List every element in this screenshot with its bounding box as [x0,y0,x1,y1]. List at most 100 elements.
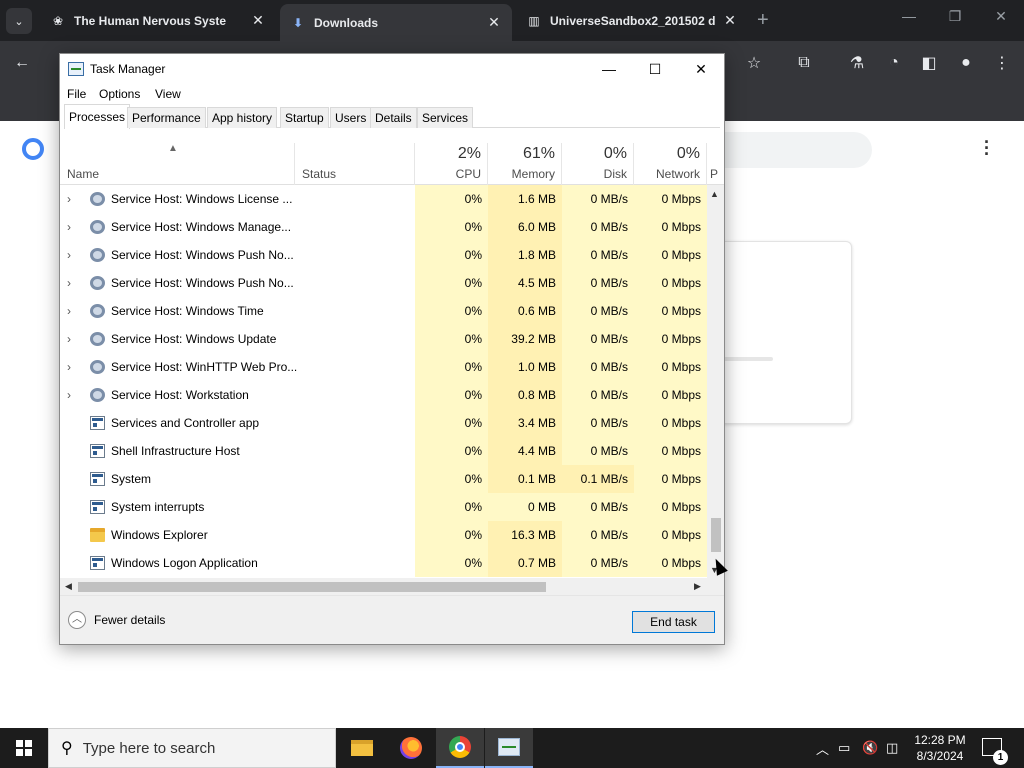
display-icon[interactable]: ◫ [886,728,898,768]
expand-chevron-icon[interactable]: › [67,269,79,297]
brain-icon: ❀ [52,13,64,28]
fewer-details-toggle[interactable]: ︿ Fewer details [68,611,165,629]
process-row[interactable]: › Service Host: Windows Update 0% 39.2 MB 0 … [60,325,707,353]
expand-chevron-icon[interactable]: › [67,381,79,409]
process-network-value: 0 Mbps [634,297,707,325]
volume-muted-icon[interactable]: 🔇 [862,728,878,768]
taskbar-search-box[interactable]: ⚲ Type here to search [48,728,336,768]
process-row[interactable]: › Service Host: Windows Time 0% 0.6 MB 0 MB/… [60,297,707,325]
maximize-button[interactable]: ☐ [632,58,678,80]
process-cpu-value: 0% [415,381,488,409]
process-row[interactable]: › Service Host: Windows Manage... 0% 6.0 MB… [60,213,707,241]
more-options-icon[interactable]: · · · [984,133,990,163]
process-name: Service Host: Windows Manage... [111,220,292,234]
end-task-button[interactable]: End task [632,611,715,633]
browser-tab-1[interactable]: ❀ The Human Nervous Syste ✕ [40,4,276,37]
process-row[interactable]: System 0% 0.1 MB 0.1 MB/s 0 Mbps [60,465,707,493]
process-row[interactable]: Windows Explorer 0% 16.3 MB 0 MB/s 0 Mbps [60,521,707,549]
task-manager-window: Task Manager — ☐ ✕ File Options View Pro… [59,53,725,645]
process-row[interactable]: › Service Host: Workstation 0% 0.8 MB 0 MB/s… [60,381,707,409]
extensions-icon[interactable]: ⧉ [793,52,815,74]
column-name[interactable]: ▲ Name [60,143,295,185]
scroll-up-icon[interactable]: ▲ [710,189,719,199]
tab-performance[interactable]: Performance [127,107,206,128]
back-icon[interactable]: ← [11,52,33,74]
column-cpu[interactable]: 2% CPU [415,143,488,185]
close-icon[interactable]: ✕ [250,12,266,29]
menu-view[interactable]: View [155,87,181,101]
process-disk-value: 0 MB/s [562,381,634,409]
tab-users[interactable]: Users [330,107,372,128]
process-row[interactable]: Shell Infrastructure Host 0% 4.4 MB 0 MB/s 0… [60,437,707,465]
side-panel-icon[interactable]: ◧ [918,52,940,74]
horizontal-scrollbar[interactable]: ◀ ▶ [60,578,707,595]
menu-kebab-icon[interactable]: ⋮ [991,52,1013,74]
column-memory[interactable]: 61% Memory [488,143,562,185]
performance-icon[interactable]: ◔ [883,52,905,74]
taskbar-task-manager[interactable] [485,728,533,768]
scroll-left-icon[interactable]: ◀ [65,581,72,592]
process-memory-value: 1.6 MB [488,185,562,213]
new-tab-button[interactable]: + [757,9,769,32]
task-manager-title-bar[interactable]: Task Manager — ☐ ✕ [60,54,724,84]
process-row[interactable]: Windows Logon Application 0% 0.7 MB 0 MB/s 0… [60,549,707,577]
tab-app-history[interactable]: App history [207,107,278,128]
minimize-button[interactable]: — [586,58,632,80]
menu-file[interactable]: File [67,87,86,101]
downloads-search-field[interactable] [710,132,872,168]
process-cpu-value: 0% [415,325,488,353]
column-disk[interactable]: 0% Disk [562,143,634,185]
taskbar-chrome[interactable] [436,728,484,768]
system-clock[interactable]: 12:28 PM 8/3/2024 [910,732,970,764]
tab-details[interactable]: Details [370,107,417,128]
show-hidden-icons[interactable]: ︿ [816,728,829,768]
vertical-scroll-thumb[interactable] [711,518,721,552]
download-icon: ⬇ [292,15,304,30]
expand-chevron-icon[interactable]: › [67,325,79,353]
vertical-scrollbar[interactable]: ▲ ▼ [707,185,724,578]
process-row[interactable]: › Service Host: Windows License ... 0% 1.6 … [60,185,707,213]
expand-chevron-icon[interactable]: › [67,297,79,325]
process-row[interactable]: › Service Host: WinHTTP Web Pro... 0% 1.0 M… [60,353,707,381]
column-power[interactable]: P [707,143,724,185]
close-icon[interactable]: ✕ [486,14,502,31]
network-icon[interactable]: ▭ [838,728,850,768]
chevron-up-icon: ︿ [68,611,86,629]
labs-flask-icon[interactable]: ⚗ [846,52,868,74]
tab-startup[interactable]: Startup [280,107,329,128]
close-icon[interactable]: ✕ [722,12,738,29]
tab-services[interactable]: Services [417,107,474,128]
browser-minimize-button[interactable]: — [886,8,932,24]
menu-options[interactable]: Options [99,87,140,101]
process-row[interactable]: › Service Host: Windows Push No... 0% 4.5 M… [60,269,707,297]
profile-avatar-icon[interactable]: ● [955,52,977,74]
bookmark-star-icon[interactable]: ☆ [743,52,765,74]
expand-chevron-icon[interactable]: › [67,353,79,381]
expand-chevron-icon[interactable]: › [67,213,79,241]
process-name: Windows Explorer [111,528,208,542]
search-icon: ⚲ [61,740,73,757]
menu-bar: File Options View [60,84,724,104]
horizontal-scroll-thumb[interactable] [78,582,546,592]
task-manager-taskbar-icon [498,738,520,756]
taskbar-file-explorer[interactable] [338,728,386,768]
process-network-value: 0 Mbps [634,549,707,577]
start-button[interactable] [0,728,48,768]
column-network[interactable]: 0% Network [634,143,707,185]
tab-search-button[interactable]: ⌄ [6,8,32,34]
taskbar-firefox[interactable] [387,728,435,768]
process-row[interactable]: System interrupts 0% 0 MB 0 MB/s 0 Mbps [60,493,707,521]
browser-tab-3[interactable]: ▥ UniverseSandbox2_201502 dir ✕ [516,4,748,37]
browser-restore-button[interactable]: ❐ [932,8,978,25]
browser-tab-2[interactable]: ⬇ Downloads ✕ [280,4,512,41]
scroll-right-icon[interactable]: ▶ [694,581,701,592]
column-status[interactable]: Status [295,143,415,185]
tab-processes[interactable]: Processes [64,104,131,129]
browser-close-button[interactable]: ✕ [978,8,1024,25]
close-button[interactable]: ✕ [678,58,724,80]
scrollbar-corner [707,578,724,595]
process-row[interactable]: › Service Host: Windows Push No... 0% 1.8 M… [60,241,707,269]
process-row[interactable]: Services and Controller app 0% 3.4 MB 0 MB/… [60,409,707,437]
expand-chevron-icon[interactable]: › [67,185,79,213]
expand-chevron-icon[interactable]: › [67,241,79,269]
